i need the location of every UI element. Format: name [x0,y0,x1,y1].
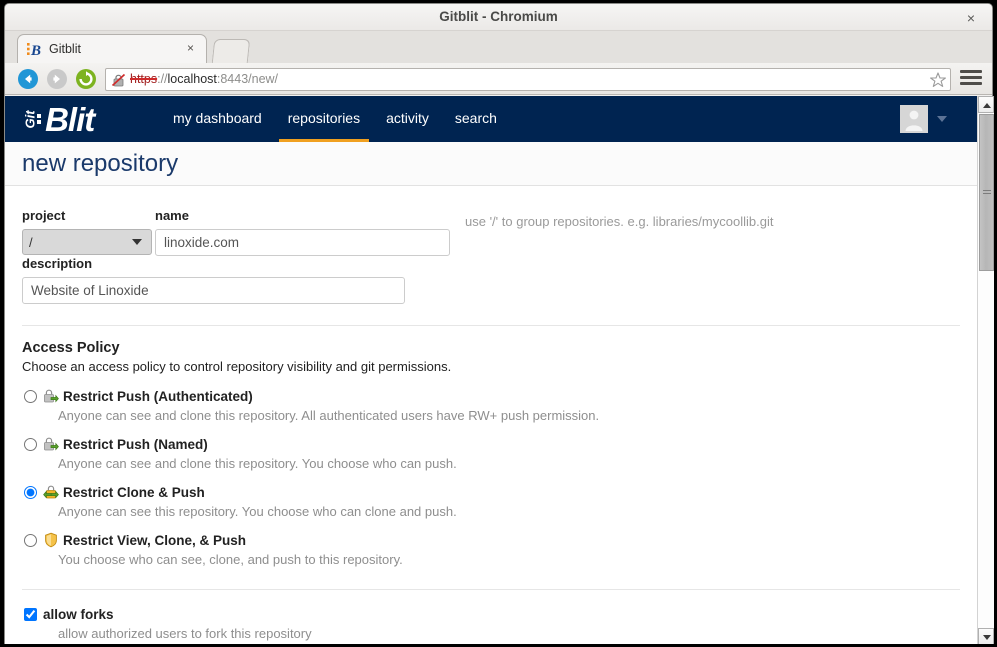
tab-title: Gitblit [49,42,81,56]
back-arrow-icon[interactable] [18,69,38,89]
nav-item-my-dashboard[interactable]: my dashboard [160,96,275,142]
nav-item-activity[interactable]: activity [373,96,442,142]
name-label: name [155,208,189,223]
section-divider-bottom [22,589,960,590]
user-menu[interactable] [900,104,947,134]
repository-name-input[interactable] [155,229,450,256]
lock-push-icon [43,436,59,452]
gitblit-logo[interactable]: Git Blit [21,98,96,140]
policy-radio-restrict-push-authenticated[interactable] [24,390,37,403]
policy-radio-restrict-push-named[interactable] [24,438,37,451]
nav-item-repositories[interactable]: repositories [275,96,373,142]
policy-option-restrict-push-authenticated[interactable]: Restrict Push (Authenticated) Anyone can… [22,388,960,424]
chromium-menu-icon[interactable] [960,70,982,88]
bookmark-star-icon[interactable] [929,71,947,89]
url-path: :8443/new/ [216,72,279,86]
url-host: localhost [167,72,217,86]
description-label: description [22,256,93,271]
gitblit-favicon-icon: B [27,41,43,59]
form-row-description: description [22,256,960,304]
address-bar[interactable]: https://localhost:8443/new/ [105,68,951,91]
policy-label: Restrict Push (Named) [63,437,208,452]
avatar [900,105,928,133]
forward-arrow-icon [47,69,67,89]
name-hint-text: use '/' to group repositories. e.g. libr… [465,214,774,229]
policy-radio-restrict-clone-and-push[interactable] [24,486,37,499]
policy-description: Anyone can see and clone this repository… [58,408,600,423]
policy-label: Restrict Clone & Push [63,485,205,500]
svg-text:B: B [30,43,41,57]
policy-radio-restrict-view-clone-and-push[interactable] [24,534,37,547]
allow-forks-option[interactable]: allow forks allow authorized users to fo… [22,606,960,642]
reload-arrow-icon[interactable] [76,69,96,89]
section-divider-top [22,325,960,326]
form-row-project-name: project / name use [22,186,960,256]
allow-forks-label: allow forks [43,607,114,622]
policy-option-restrict-view-clone-and-push[interactable]: Restrict View, Clone, & Push You choose … [22,532,960,568]
allow-forks-description: allow authorized users to fork this repo… [58,626,312,641]
url-text: https://localhost:8443/new/ [130,69,278,90]
scrollbar-grip-icon [983,188,991,196]
url-scheme: https [130,72,158,86]
browser-tab-gitblit[interactable]: B Gitblit × [17,34,207,63]
window-chrome: Gitblit - Chromium × B Gitblit × https:/… [4,3,994,645]
logo-blit-text: Blit [45,100,95,138]
chevron-down-icon[interactable] [937,116,947,122]
window-title: Gitblit - Chromium [439,9,558,24]
url-separator: :// [157,72,168,86]
new-repository-form: project / name use [5,186,977,642]
new-tab-button[interactable] [211,39,251,63]
logo-git-text: Git [22,109,38,129]
allow-forks-checkbox[interactable] [24,608,37,621]
gitblit-main-menu: my dashboard repositories activity searc… [160,96,510,142]
field-group-project: project / [22,208,152,255]
gitblit-page: Git Blit my dashboard repositories activ… [5,96,977,645]
titlebar: Gitblit - Chromium × [5,4,992,31]
project-label: project [22,208,66,223]
scroll-down-button[interactable] [978,628,994,645]
policy-description: You choose who can see, clone, and push … [58,552,403,567]
lock-push-icon [43,388,59,404]
browser-toolbar: https://localhost:8443/new/ [5,63,992,95]
tab-close-icon[interactable]: × [183,41,198,56]
page-viewport: Git Blit my dashboard repositories activ… [5,96,994,645]
scroll-up-button[interactable] [978,96,994,113]
page-title: new repository [22,150,179,177]
broken-https-lock-icon[interactable] [111,72,127,88]
nav-item-search[interactable]: search [442,96,510,142]
policy-option-restrict-clone-and-push[interactable]: Restrict Clone & Push Anyone can see thi… [22,484,960,520]
page-scrollbar[interactable] [977,96,994,645]
gitblit-navbar: Git Blit my dashboard repositories activ… [5,96,977,142]
field-group-name: name [155,208,450,256]
scrollbar-thumb[interactable] [979,114,994,271]
tab-strip: B Gitblit × [5,31,992,63]
policy-description: Anyone can see this repository. You choo… [58,504,457,519]
policy-option-restrict-push-named[interactable]: Restrict Push (Named) Anyone can see and… [22,436,960,472]
repository-description-input[interactable] [22,277,405,304]
project-select[interactable]: / [22,229,152,255]
policy-label: Restrict Push (Authenticated) [63,389,253,404]
window-close-button[interactable]: × [962,9,980,27]
project-select-wrap: / [22,229,152,255]
access-policy-title: Access Policy [22,340,120,356]
access-policy-subtitle: Choose an access policy to control repos… [22,359,452,374]
policy-description: Anyone can see and clone this repository… [58,456,457,471]
logo-dots-icon [37,112,44,126]
shield-icon [43,532,59,548]
lock-clone-push-icon [43,484,59,500]
policy-label: Restrict View, Clone, & Push [63,533,247,548]
browser-window: Gitblit - Chromium × B Gitblit × https:/… [0,0,997,647]
page-header: new repository [5,142,977,186]
